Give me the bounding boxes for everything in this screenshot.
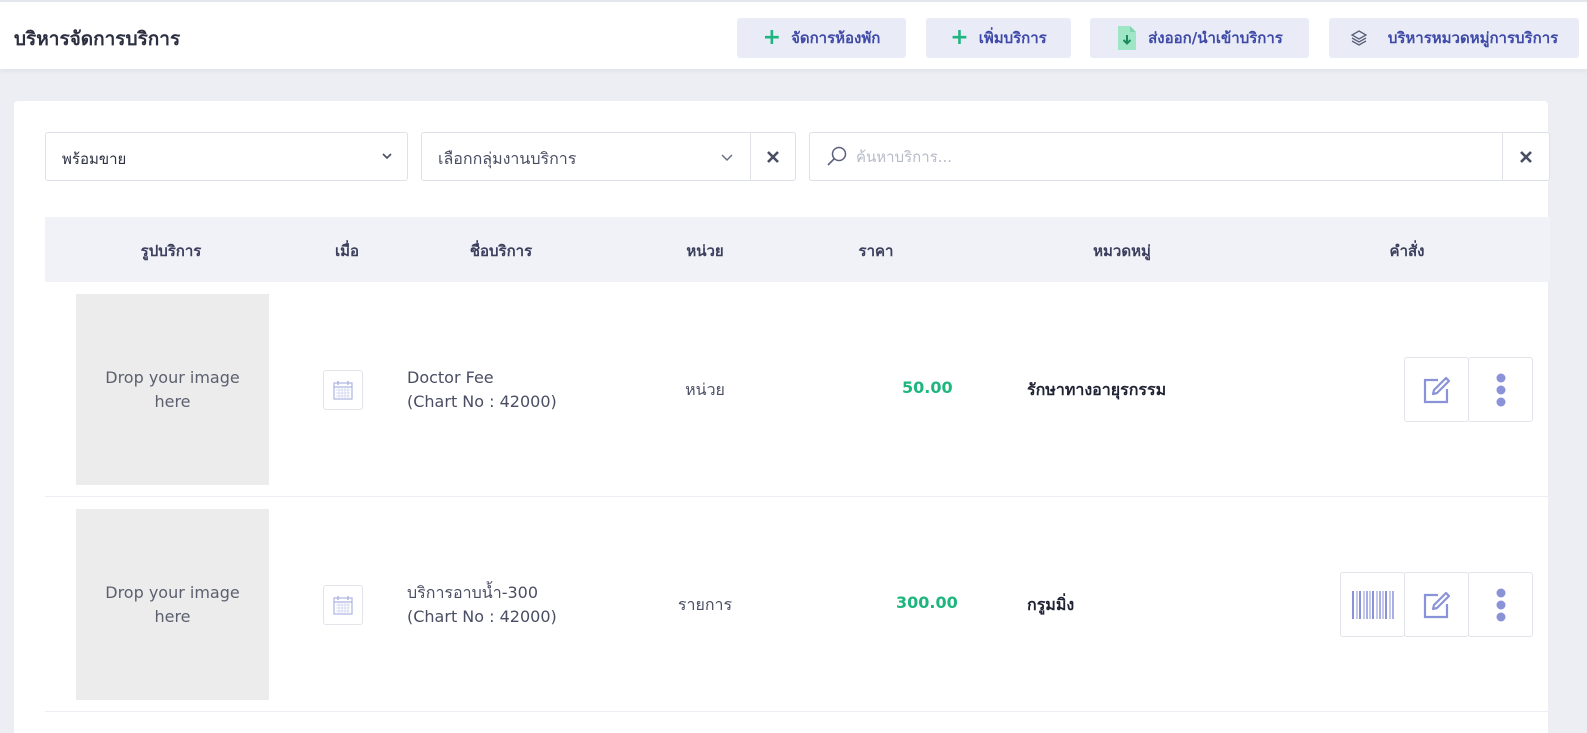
column-header-price: ราคา bbox=[858, 242, 894, 260]
services-card: พร้อมขาย เลือกกลุ่มงานบริการ รูปบริการ bbox=[14, 101, 1550, 733]
clear-group-button[interactable] bbox=[750, 133, 796, 180]
chevron-down-icon bbox=[381, 147, 393, 166]
unit-cell: หน่วย bbox=[685, 380, 725, 399]
column-header-image: รูปบริการ bbox=[140, 242, 202, 260]
image-dropzone[interactable]: Drop your image here bbox=[76, 294, 269, 485]
add-service-label: เพิ่มบริการ bbox=[978, 29, 1047, 47]
table-row: Drop your image here Doctor Fee (Chart N… bbox=[45, 282, 1550, 497]
manage-rooms-button[interactable]: + จัดการห้องพัก bbox=[737, 18, 906, 58]
export-import-button[interactable]: ส่งออก/นำเข้าบริการ bbox=[1090, 18, 1309, 58]
unit-cell: รายการ bbox=[677, 595, 733, 614]
service-group-select[interactable]: เลือกกลุ่มงานบริการ bbox=[421, 132, 796, 181]
layers-icon bbox=[1350, 29, 1368, 47]
price-cell: 300.00 bbox=[896, 593, 958, 612]
export-import-label: ส่งออก/นำเข้าบริการ bbox=[1148, 29, 1283, 47]
status-select[interactable]: พร้อมขาย bbox=[45, 132, 408, 181]
service-name: บริการอาบน้ำ-300 (Chart No : 42000) bbox=[407, 581, 557, 629]
column-header-when: เมื่อ bbox=[334, 242, 360, 260]
close-icon bbox=[1520, 150, 1532, 163]
category-cell: กรูมมิ่ง bbox=[1027, 595, 1075, 614]
search-icon bbox=[826, 145, 848, 171]
search-input[interactable] bbox=[856, 143, 1476, 170]
chart-number: (Chart No : 42000) bbox=[407, 607, 557, 626]
column-header-unit: หน่วย bbox=[686, 242, 724, 260]
manage-categories-label: บริหารหมวดหมู่การบริการ bbox=[1387, 29, 1559, 47]
plus-icon: + bbox=[950, 25, 969, 50]
file-download-icon bbox=[1116, 25, 1138, 51]
barcode-icon bbox=[1351, 590, 1394, 619]
add-service-button[interactable]: + เพิ่มบริการ bbox=[926, 18, 1071, 58]
category-cell: รักษาทางอายุรกรรม bbox=[1027, 380, 1167, 399]
more-options-button[interactable] bbox=[1468, 357, 1533, 422]
column-header-actions: คำสั่ง bbox=[1389, 242, 1425, 260]
column-header-category: หมวดหมู่ bbox=[1093, 242, 1151, 260]
manage-categories-button[interactable]: บริหารหมวดหมู่การบริการ bbox=[1329, 18, 1579, 58]
more-vertical-icon bbox=[1496, 588, 1505, 621]
service-name-text: Doctor Fee bbox=[407, 368, 494, 387]
edit-icon bbox=[1423, 591, 1450, 618]
edit-icon bbox=[1423, 376, 1450, 403]
chevron-down-icon bbox=[720, 149, 734, 168]
status-select-value: พร้อมขาย bbox=[62, 150, 127, 168]
calendar-icon bbox=[333, 381, 353, 400]
calendar-icon bbox=[333, 596, 353, 615]
calendar-button[interactable] bbox=[323, 585, 363, 625]
close-icon bbox=[767, 150, 779, 163]
price-cell: 50.00 bbox=[902, 378, 953, 397]
service-name: Doctor Fee (Chart No : 42000) bbox=[407, 366, 557, 414]
column-header-name: ชื่อบริการ bbox=[469, 242, 533, 260]
page-title: บริหารจัดการบริการ bbox=[14, 28, 181, 50]
barcode-button[interactable] bbox=[1340, 572, 1405, 637]
table-row: Drop your image here บริการอาบน้ำ-300 (C… bbox=[45, 497, 1550, 712]
service-group-select-value: เลือกกลุ่มงานบริการ bbox=[438, 149, 577, 168]
manage-rooms-label: จัดการห้องพัก bbox=[791, 29, 881, 47]
page-header: บริหารจัดการบริการ + จัดการห้องพัก + เพิ… bbox=[0, 0, 1587, 70]
service-name-text: บริการอาบน้ำ-300 bbox=[407, 583, 538, 602]
more-options-button[interactable] bbox=[1468, 572, 1533, 637]
clear-search-button[interactable] bbox=[1502, 133, 1550, 180]
more-vertical-icon bbox=[1496, 373, 1505, 406]
edit-button[interactable] bbox=[1404, 357, 1469, 422]
edit-button[interactable] bbox=[1404, 572, 1469, 637]
table-header: รูปบริการ เมื่อ ชื่อบริการ หน่วย ราคา หม… bbox=[45, 217, 1550, 282]
calendar-button[interactable] bbox=[323, 370, 363, 410]
chart-number: (Chart No : 42000) bbox=[407, 392, 557, 411]
search-box bbox=[809, 132, 1550, 181]
plus-icon: + bbox=[762, 25, 782, 50]
image-dropzone[interactable]: Drop your image here bbox=[76, 509, 269, 700]
